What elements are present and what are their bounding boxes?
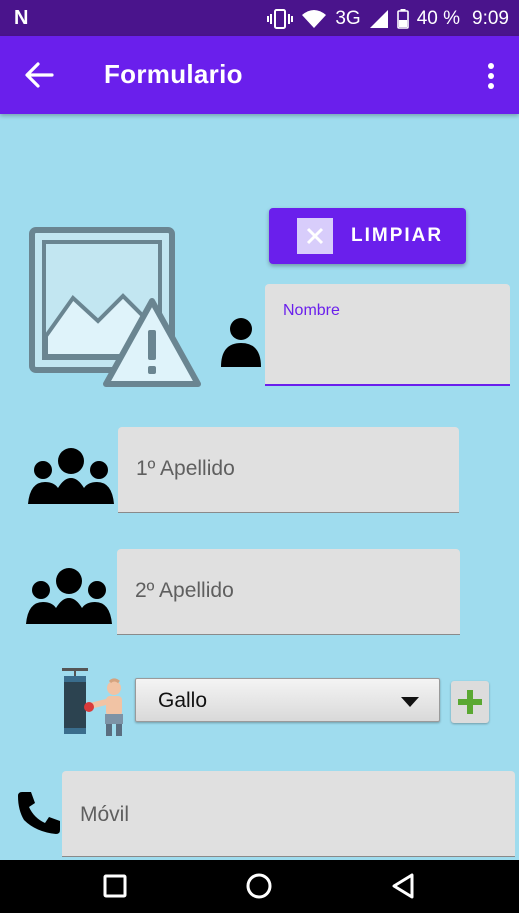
category-selected-value: Gallo bbox=[158, 689, 208, 712]
phone-icon bbox=[18, 792, 60, 834]
signal-icon bbox=[369, 10, 388, 28]
clock: 9:09 bbox=[472, 8, 509, 29]
vibrate-icon bbox=[267, 9, 294, 29]
add-category-button[interactable] bbox=[451, 681, 489, 723]
system-nav-bar bbox=[0, 860, 519, 913]
group-icon bbox=[26, 568, 112, 624]
category-select[interactable]: Gallo bbox=[135, 678, 440, 722]
home-circle-icon[interactable] bbox=[242, 869, 276, 903]
back-triangle-icon[interactable] bbox=[387, 869, 421, 903]
surname1-placeholder: 1º Apellido bbox=[136, 457, 235, 480]
recents-square-icon[interactable] bbox=[98, 869, 132, 903]
boxer-icon bbox=[62, 668, 123, 736]
surname2-placeholder: 2º Apellido bbox=[135, 579, 234, 602]
surname1-input[interactable]: 1º Apellido bbox=[118, 427, 459, 513]
broken-image-warning-icon[interactable] bbox=[28, 226, 204, 392]
dropdown-arrow-icon bbox=[401, 697, 419, 707]
mobile-input[interactable]: Móvil bbox=[62, 771, 515, 857]
battery-icon bbox=[396, 9, 409, 29]
battery-percent: 40 % bbox=[416, 8, 461, 29]
clear-button-label: LIMPIAR bbox=[351, 225, 444, 246]
page-title: Formulario bbox=[104, 59, 243, 89]
notification-n-icon: N bbox=[14, 7, 29, 29]
mobile-placeholder: Móvil bbox=[80, 803, 130, 826]
plus-icon bbox=[458, 690, 482, 714]
app-bar: Formulario bbox=[0, 36, 519, 114]
arrow-back-icon[interactable] bbox=[22, 60, 56, 90]
close-icon bbox=[297, 218, 333, 254]
group-icon bbox=[28, 448, 114, 504]
wifi-icon bbox=[302, 10, 327, 28]
surname2-input[interactable]: 2º Apellido bbox=[117, 549, 460, 635]
more-vert-icon[interactable] bbox=[485, 62, 497, 90]
clear-button[interactable]: LIMPIAR bbox=[269, 208, 466, 264]
name-input[interactable]: Nombre bbox=[265, 284, 510, 386]
name-field-label: Nombre bbox=[283, 302, 340, 319]
person-icon bbox=[221, 318, 261, 367]
network-type: 3G bbox=[335, 8, 361, 29]
status-bar: N 3G 40 % 9:09 bbox=[0, 0, 519, 36]
